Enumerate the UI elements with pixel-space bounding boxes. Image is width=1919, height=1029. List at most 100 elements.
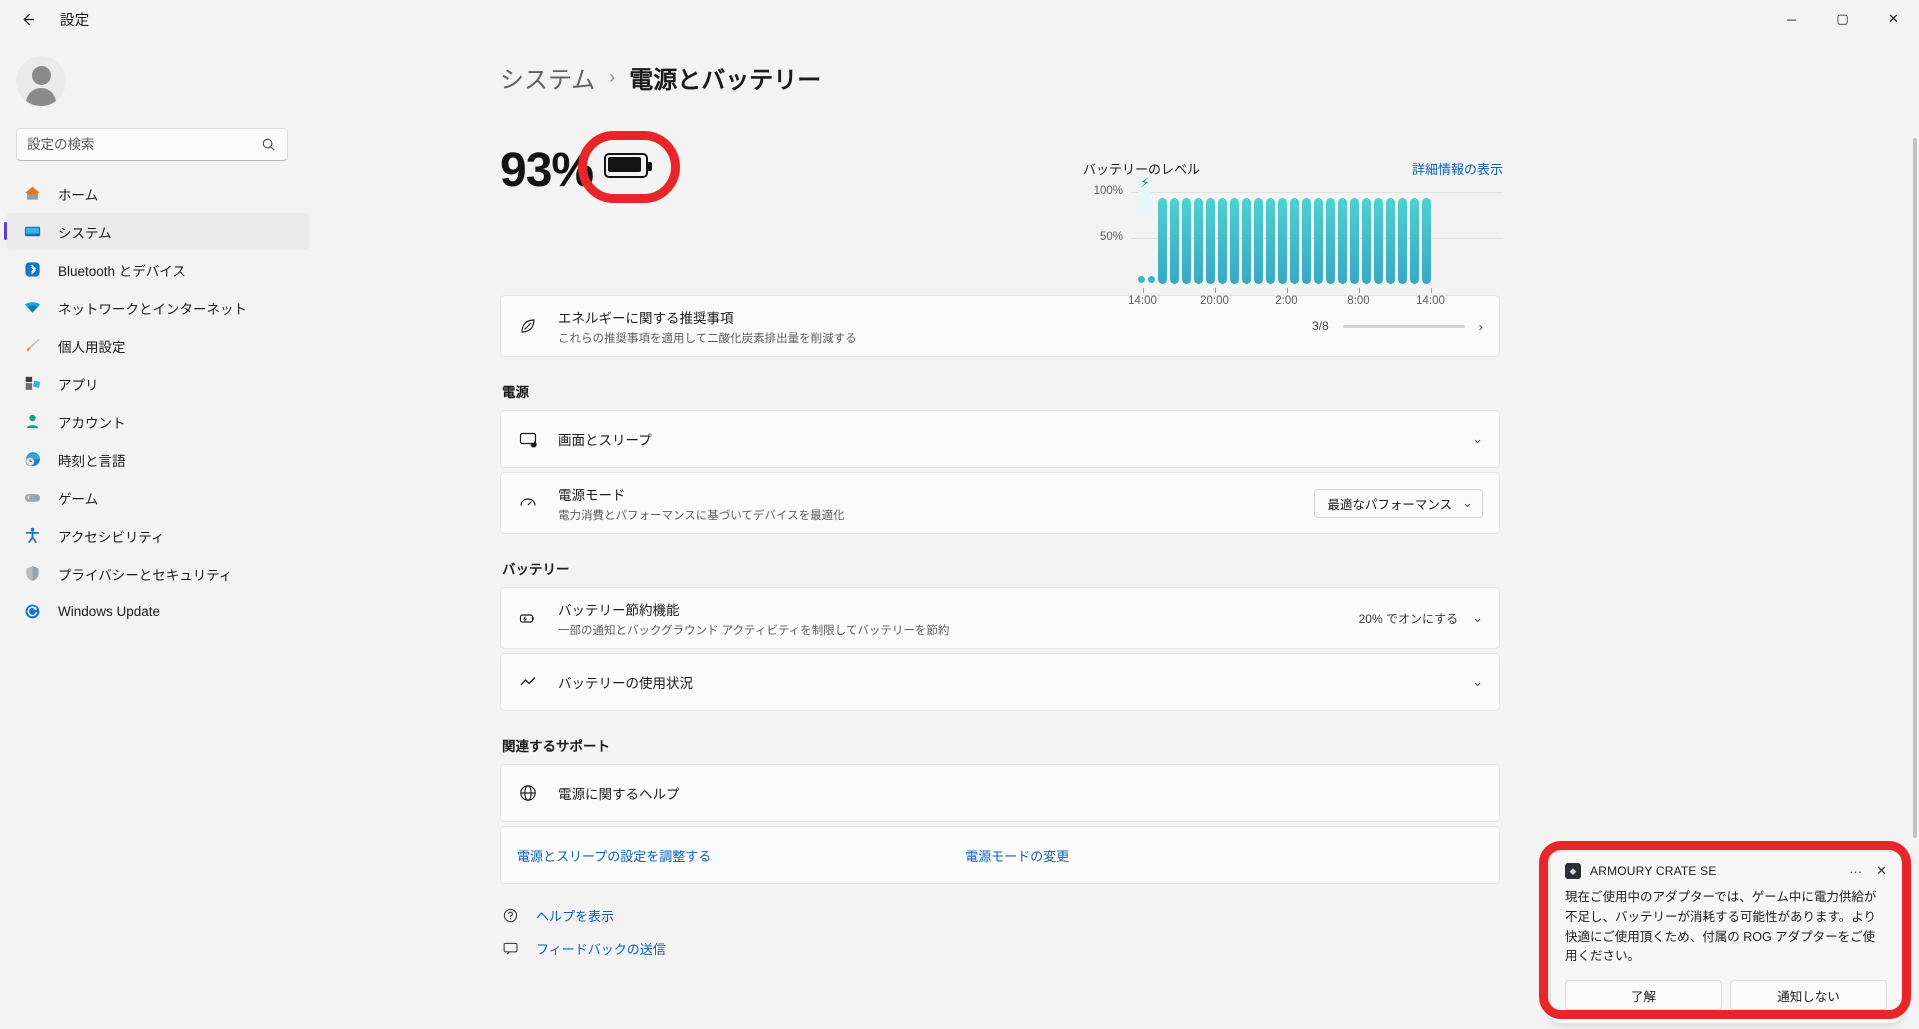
windows-update-icon	[22, 602, 42, 622]
adjust-power-sleep-link[interactable]: 電源とスリープの設定を調整する	[517, 846, 711, 865]
chart-x-axis: 14:00 20:00 2:00 8:00 14:00	[1083, 288, 1503, 314]
chevron-down-icon[interactable]: ⌄	[1472, 431, 1483, 447]
help-icon	[500, 907, 520, 924]
sidebar-item-label: アクセシビリティ	[58, 529, 165, 545]
x-tick-label: 14:00	[1416, 295, 1445, 307]
battery-saver-right: 20% でオンにする ⌄	[1359, 610, 1483, 627]
get-help-link[interactable]: ヘルプを表示	[536, 906, 614, 925]
back-button[interactable]	[6, 3, 48, 35]
toast-more-icon[interactable]: ···	[1849, 864, 1862, 879]
power-mode-select[interactable]: 最適なパフォーマンス ⌄	[1314, 488, 1483, 518]
sidebar-item-11[interactable]: プライバシーとセキュリティ	[6, 555, 310, 592]
battery-section-heading: バッテリー	[502, 562, 570, 577]
sidebar-item-1[interactable]: ホーム	[6, 175, 310, 212]
chevron-right-icon[interactable]: ›	[1479, 319, 1483, 334]
power-section: 電源 画面とスリープ ⌄ 電源モード 電力消費とパフォーマンスに基づいてデバイス…	[500, 381, 1500, 534]
sidebar-item-label: Windows Update	[58, 604, 161, 619]
sidebar-item-label: 個人用設定	[58, 339, 126, 355]
energy-leaf-icon	[517, 315, 539, 337]
toast-header: ◆ ARMOURY CRATE SE ··· ✕	[1565, 863, 1887, 879]
toast-accept-button[interactable]: 了解	[1565, 980, 1722, 1010]
battery-usage-row[interactable]: バッテリーの使用状況 ⌄	[500, 653, 1500, 711]
screen-sleep-icon	[517, 428, 539, 450]
toast-header-actions: ··· ✕	[1849, 863, 1887, 879]
battery-saver-value: 20% でオンにする	[1358, 611, 1459, 626]
send-feedback-link[interactable]: フィードバックの送信	[536, 939, 666, 958]
sidebar-item-3[interactable]: Bluetooth とデバイス	[6, 251, 310, 288]
screen-and-sleep-row[interactable]: 画面とスリープ ⌄	[500, 410, 1500, 468]
chart-bar	[1398, 198, 1407, 284]
toast-close-icon[interactable]: ✕	[1876, 863, 1887, 879]
battery-usage-icon	[517, 671, 539, 693]
sidebar-item-6[interactable]: アプリ	[6, 365, 310, 402]
power-mode-subtitle: 電力消費とパフォーマンスに基づいてデバイスを最適化	[558, 509, 845, 522]
change-power-mode-link[interactable]: 電源モードの変更	[965, 846, 1069, 865]
sidebar-item-9[interactable]: ゲーム	[6, 479, 310, 516]
sidebar-item-7[interactable]: アカウント	[6, 403, 310, 440]
minimize-button[interactable]: ─	[1766, 0, 1817, 38]
sidebar-item-10[interactable]: アクセシビリティ	[6, 517, 310, 554]
chevron-down-icon[interactable]: ⌄	[1472, 674, 1483, 690]
x-tick	[1214, 288, 1216, 293]
battery-saver-row[interactable]: バッテリー節約機能 一部の通知とバックグラウンド アクティビティを制限してバッテ…	[500, 587, 1500, 649]
sidebar-item-8[interactable]: 時刻と言語	[6, 441, 310, 478]
chart-bar	[1170, 198, 1179, 284]
apps-icon	[22, 374, 42, 394]
battery-hero: 93% バッテリーのレベル 詳細情報の表示 100% 50% ⚡ 14:00 2…	[500, 113, 1919, 307]
accounts-icon	[22, 412, 42, 432]
avatar-head	[31, 66, 51, 85]
chart-dot	[1148, 276, 1155, 283]
battery-saver-title: バッテリー節約機能	[558, 602, 680, 618]
breadcrumb-parent[interactable]: システム	[500, 60, 595, 95]
sidebar-item-4[interactable]: ネットワークとインターネット	[6, 289, 310, 326]
support-links-row: 電源とスリープの設定を調整する 電源モードの変更	[500, 826, 1500, 884]
power-mode-row[interactable]: 電源モード 電力消費とパフォーマンスに基づいてデバイスを最適化 最適なパフォーマ…	[500, 472, 1500, 534]
chart-bar	[1314, 198, 1323, 284]
power-mode-value: 最適なパフォーマンス	[1327, 497, 1453, 512]
view-details-link[interactable]: 詳細情報の表示	[1412, 159, 1503, 178]
content-scrollbar[interactable]	[1913, 138, 1917, 838]
title-bar: 設定 ─ ▢ ✕	[0, 0, 1919, 38]
battery-usage-title: バッテリーの使用状況	[558, 676, 693, 691]
sidebar-item-label: アプリ	[58, 377, 99, 393]
chart-bar	[1266, 198, 1275, 284]
toast-buttons: 了解 通知しない	[1565, 980, 1887, 1010]
support-section: 関連するサポート 電源に関するヘルプ 電源とスリープの設定を調整する 電源モード…	[500, 735, 1500, 884]
chart-bar	[1254, 198, 1263, 284]
chart-bar	[1302, 198, 1311, 284]
window-controls: ─ ▢ ✕	[1766, 0, 1919, 38]
chart-bar	[1422, 198, 1431, 284]
sidebar-item-2[interactable]: システム	[4, 213, 310, 250]
maximize-button[interactable]: ▢	[1817, 0, 1868, 38]
breadcrumb-separator: ›	[609, 67, 616, 87]
y-tick-100: 100%	[1093, 185, 1123, 197]
chart-dot	[1138, 276, 1145, 283]
close-button[interactable]: ✕	[1868, 0, 1919, 38]
power-section-heading: 電源	[502, 385, 529, 400]
chart-bar	[1338, 198, 1347, 284]
sidebar-item-5[interactable]: 個人用設定	[6, 327, 310, 364]
screen-sleep-title: 画面とスリープ	[558, 433, 652, 448]
battery-terminal	[648, 161, 652, 171]
sidebar-item-12[interactable]: Windows Update	[6, 593, 310, 630]
search-icon	[261, 137, 277, 153]
personalization-icon	[22, 336, 42, 356]
toast-dismiss-button[interactable]: 通知しない	[1730, 980, 1887, 1010]
energy-card-title: エネルギーに関する推奨事項	[558, 310, 734, 326]
battery-saver-subtitle: 一部の通知とバックグラウンド アクティビティを制限してバッテリーを節約	[558, 624, 950, 637]
chart-bar	[1242, 198, 1251, 284]
chart-bar	[1374, 198, 1383, 284]
sidebar-item-label: ゲーム	[58, 491, 99, 507]
power-help-title: 電源に関するヘルプ	[558, 787, 680, 802]
avatar-body	[26, 88, 56, 106]
sidebar-item-label: システム	[58, 225, 112, 241]
power-mode-title: 電源モード	[558, 487, 626, 503]
search-box[interactable]	[16, 128, 288, 161]
battery-percentage: 93%	[500, 144, 594, 197]
avatar-container[interactable]	[0, 46, 320, 106]
sidebar-nav: ホームシステム Bluetooth とデバイス ネットワークとインターネット個人用設…	[0, 175, 320, 630]
search-input[interactable]	[27, 137, 261, 152]
chevron-down-icon[interactable]: ⌄	[1472, 610, 1483, 626]
power-help-row[interactable]: 電源に関するヘルプ	[500, 764, 1500, 822]
x-tick-label: 2:00	[1275, 295, 1298, 307]
